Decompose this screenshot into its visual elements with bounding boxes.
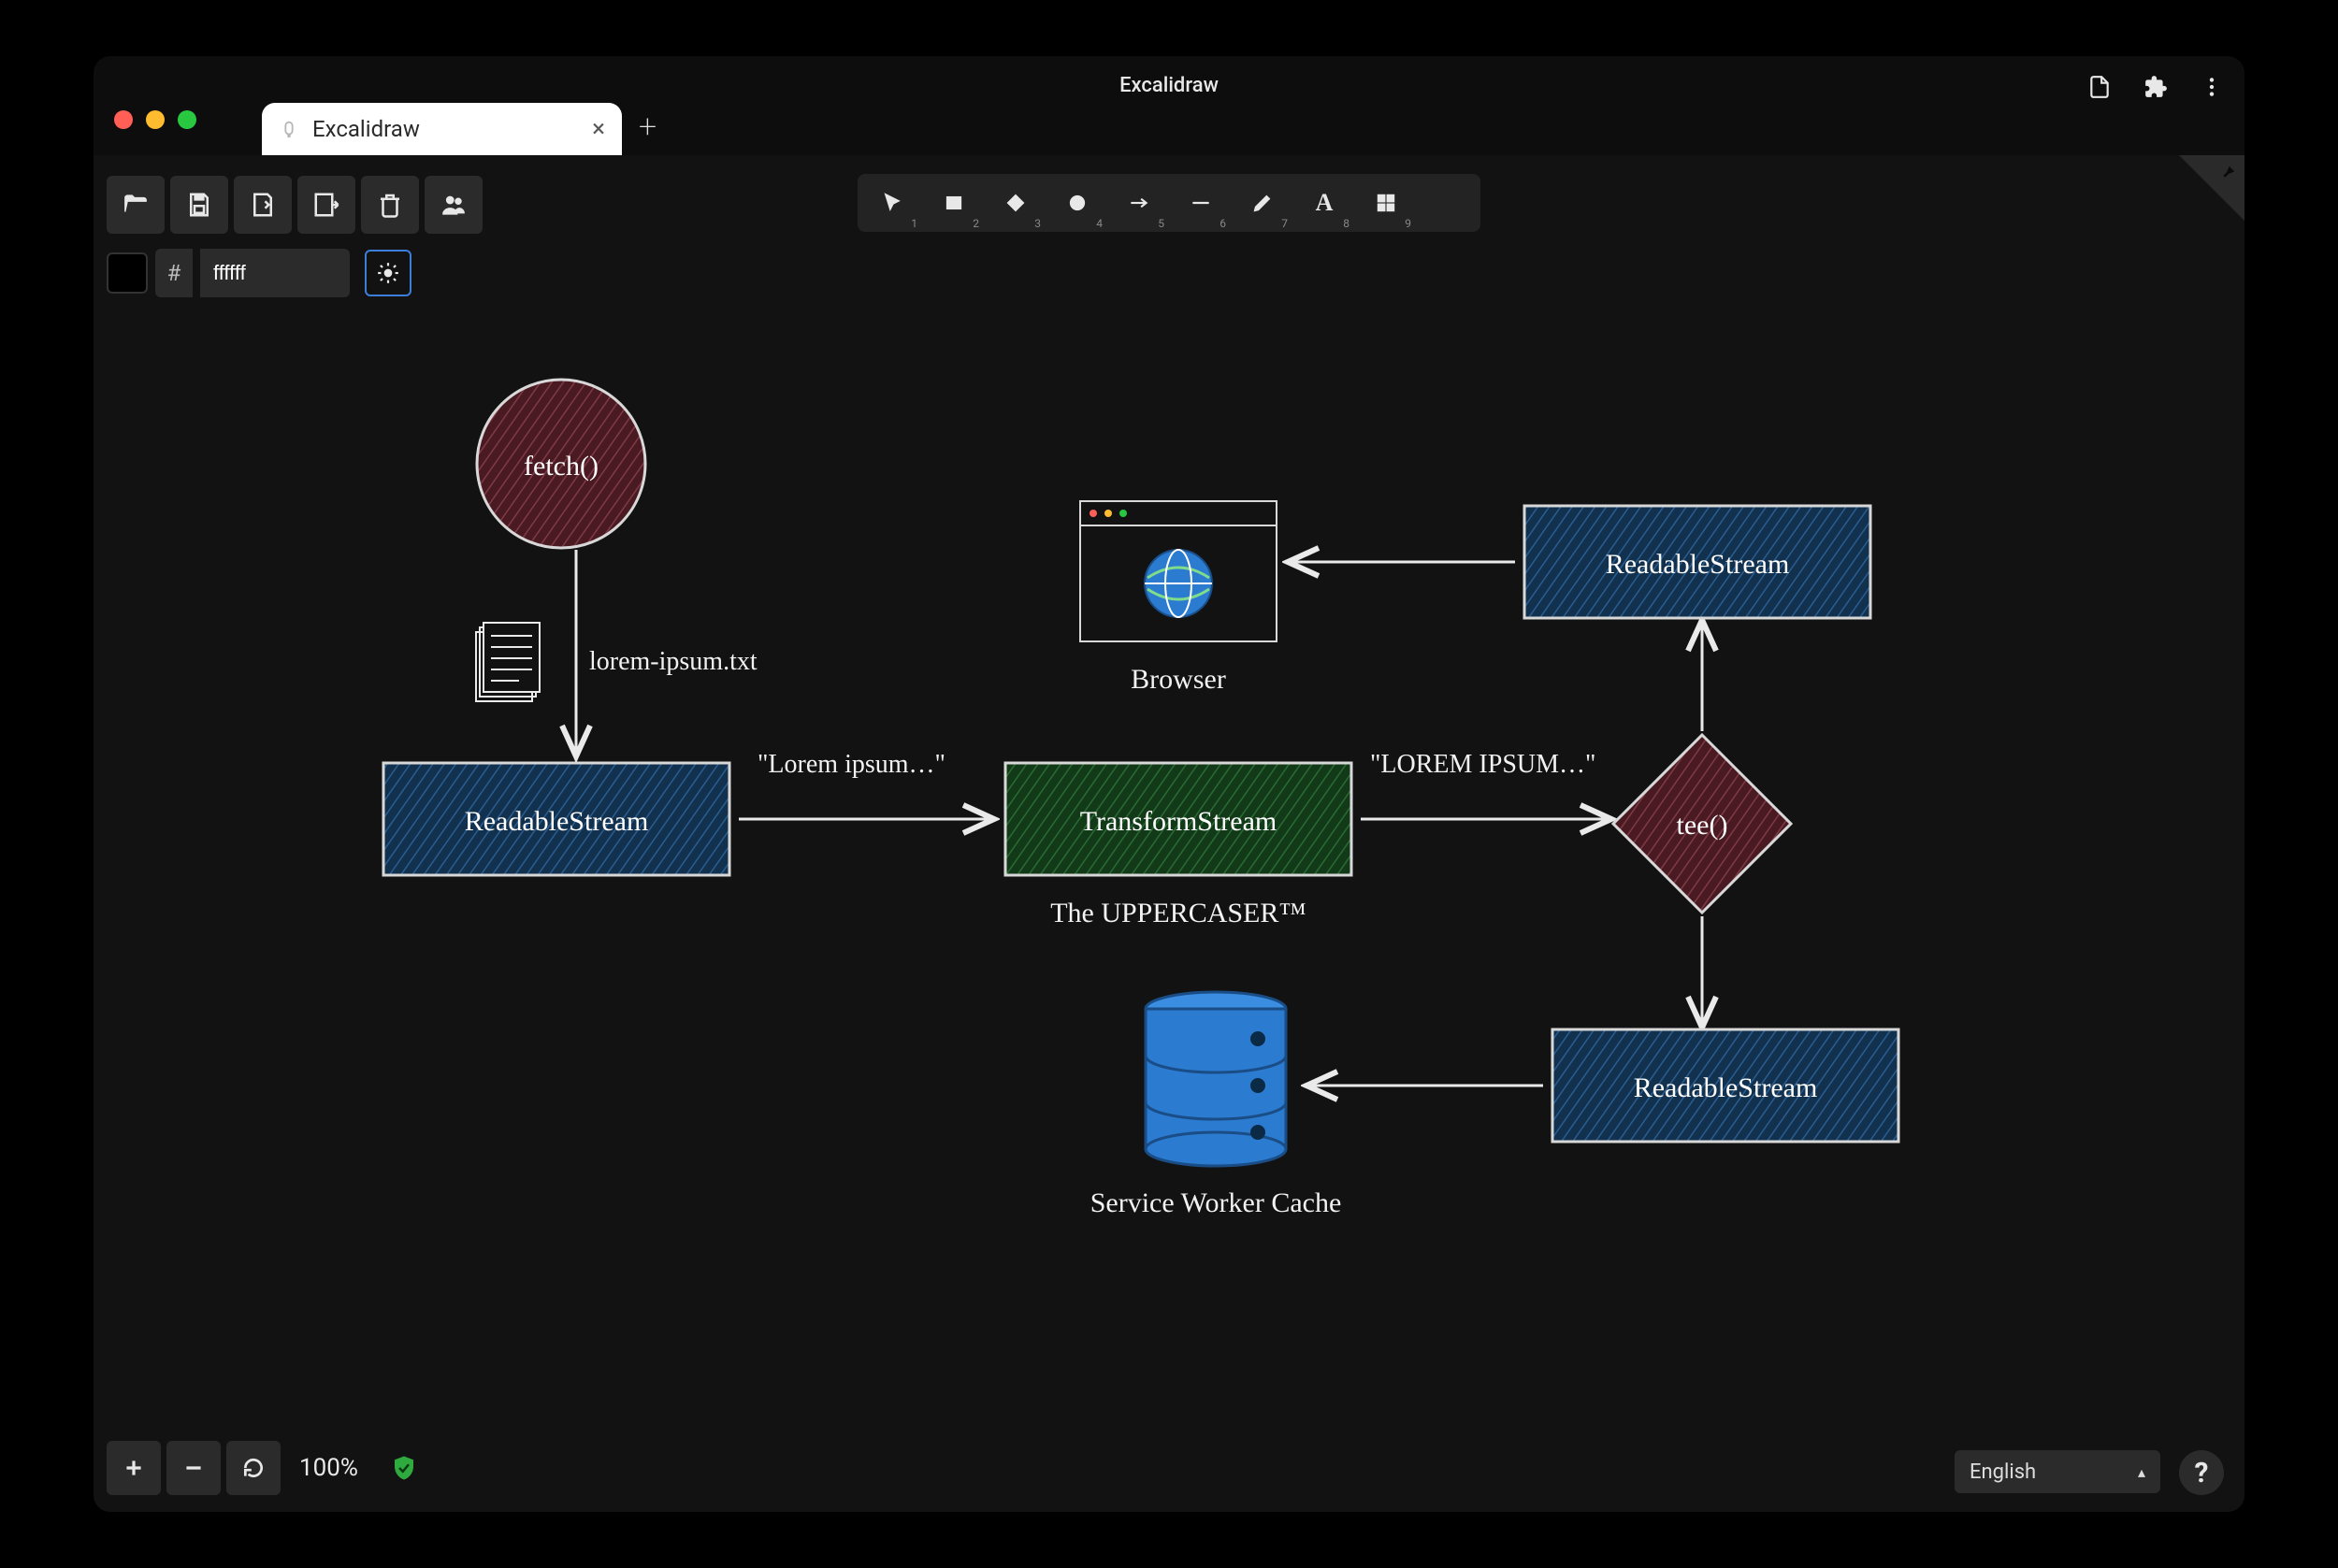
close-window-button[interactable] [114, 110, 133, 129]
page-icon[interactable] [2087, 75, 2112, 99]
node-rs-top[interactable]: ReadableStream [1524, 506, 1870, 618]
edge-label-upper: "LOREM IPSUM…" [1370, 750, 1595, 779]
encryption-shield-icon [390, 1454, 418, 1482]
zoom-reset-button[interactable] [226, 1441, 281, 1495]
app-window: Excalidraw Excalidraw × + [94, 56, 2244, 1512]
help-button[interactable]: ? [2179, 1450, 2224, 1495]
file-label: lorem-ipsum.txt [589, 647, 758, 676]
diagram-canvas[interactable]: fetch() lorem-ipsum.txt ReadableStream [94, 155, 2244, 1502]
node-tee[interactable]: tee() [1613, 735, 1791, 913]
maximize-window-button[interactable] [178, 110, 196, 129]
node-browser[interactable] [1080, 501, 1277, 641]
svg-text:TransformStream: TransformStream [1080, 806, 1277, 837]
zoom-toolbar: 100% [107, 1441, 418, 1495]
node-cache[interactable] [1146, 992, 1286, 1166]
tab-title: Excalidraw [312, 116, 420, 142]
browser-caption: Browser [1131, 664, 1226, 695]
more-icon[interactable] [2200, 75, 2224, 99]
svg-text:ReadableStream: ReadableStream [465, 806, 649, 837]
node-rs1[interactable]: ReadableStream [383, 763, 729, 875]
zoom-out-button[interactable] [166, 1441, 221, 1495]
node-file-icon[interactable] [476, 623, 540, 701]
node-fetch[interactable]: fetch() [477, 380, 645, 548]
app-surface: # 1 2 3 4 5 6 7 A8 9 [94, 155, 2244, 1512]
node-rs-bot[interactable]: ReadableStream [1552, 1029, 1898, 1142]
svg-text:ReadableStream: ReadableStream [1634, 1072, 1818, 1103]
zoom-level[interactable]: 100% [286, 1454, 371, 1482]
transform-caption: The UPPERCASER™ [1050, 898, 1306, 928]
new-tab-button[interactable]: + [639, 108, 657, 155]
zoom-in-button[interactable] [107, 1441, 161, 1495]
favicon-icon [279, 119, 299, 139]
tab-close-button[interactable]: × [592, 115, 605, 143]
minimize-window-button[interactable] [146, 110, 165, 129]
language-select[interactable]: English ▴ [1955, 1450, 2160, 1493]
svg-text:fetch(): fetch() [524, 451, 599, 482]
svg-text:tee(): tee() [1677, 810, 1728, 841]
tab-strip: Excalidraw × + [262, 103, 657, 155]
node-transform[interactable]: TransformStream [1005, 763, 1351, 875]
edge-label-lorem: "Lorem ipsum…" [758, 750, 945, 779]
window-title: Excalidraw [94, 74, 2244, 97]
cache-caption: Service Worker Cache [1090, 1187, 1342, 1218]
browser-tab[interactable]: Excalidraw × [262, 103, 622, 155]
extension-icon[interactable] [2143, 75, 2168, 99]
caret-up-icon: ▴ [2138, 1463, 2145, 1481]
svg-text:ReadableStream: ReadableStream [1606, 549, 1790, 580]
language-label: English [1970, 1460, 2036, 1484]
traffic-lights [114, 110, 196, 129]
